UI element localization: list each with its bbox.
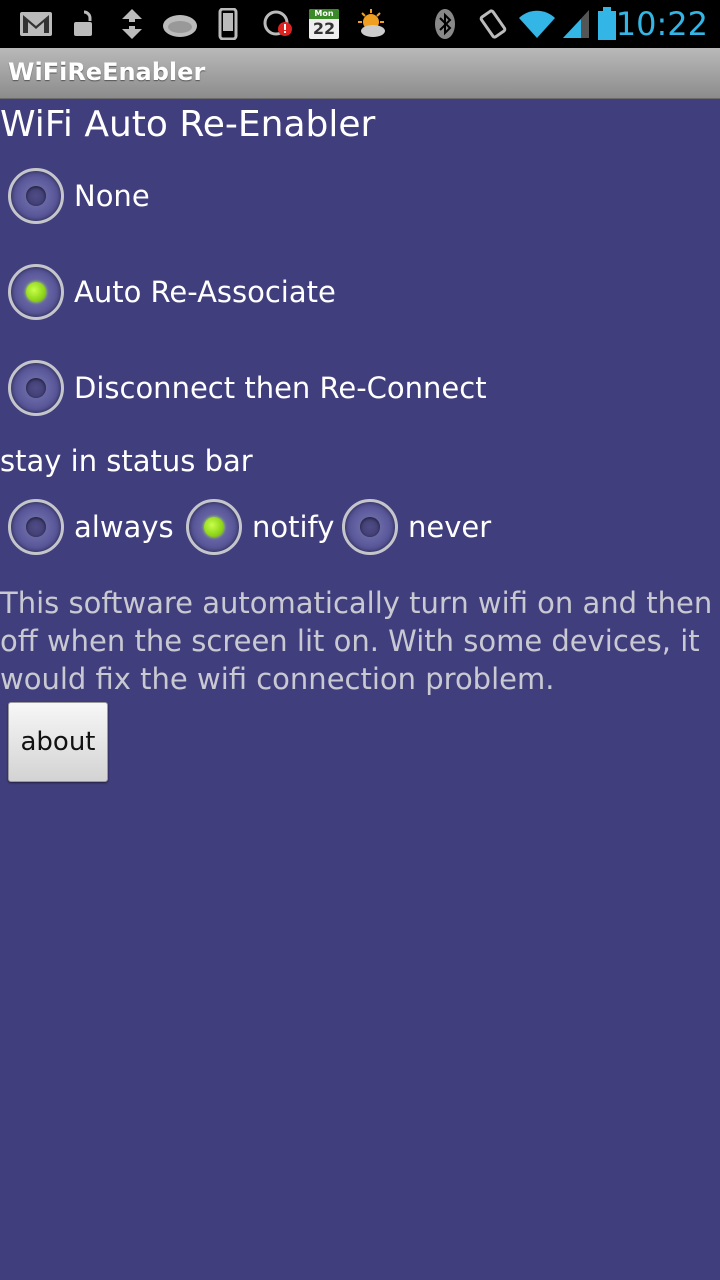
radio-button[interactable]	[8, 168, 64, 224]
clock: 10:22	[615, 5, 708, 43]
radio-indicator	[26, 186, 46, 206]
radio-option-never[interactable]: never	[342, 499, 491, 555]
radio-indicator-checked	[26, 282, 46, 302]
status-bar: Mon 22 10:22	[0, 0, 720, 48]
hedgehog-app-icon	[160, 8, 200, 40]
app-title-bar: WiFiReEnabler	[0, 48, 720, 99]
radio-indicator-checked	[204, 517, 224, 537]
weather-icon	[354, 8, 388, 40]
description-text: This software automatically turn wifi on…	[0, 586, 713, 696]
radio-button[interactable]	[186, 499, 242, 555]
radio-label: Disconnect then Re-Connect	[74, 371, 487, 405]
gmail-icon	[18, 8, 54, 40]
calendar-date: 22	[312, 19, 336, 38]
usb-debug-icon	[114, 8, 150, 40]
wifi-icon	[516, 8, 558, 40]
calendar-day: Mon	[309, 9, 339, 19]
radio-label: notify	[252, 510, 335, 544]
signal-icon	[560, 8, 592, 40]
radio-option-none[interactable]: None	[8, 168, 150, 224]
radio-option-auto-reassociate[interactable]: Auto Re-Associate	[8, 264, 336, 320]
alert-icon	[262, 8, 294, 40]
radio-option-disconnect-reconnect[interactable]: Disconnect then Re-Connect	[8, 360, 487, 416]
radio-indicator	[26, 378, 46, 398]
status-bar-setting-label: stay in status bar	[0, 444, 253, 478]
app-title: WiFiReEnabler	[8, 58, 206, 86]
radio-indicator	[360, 517, 380, 537]
unlock-icon	[68, 8, 100, 40]
radio-label: never	[408, 510, 492, 544]
radio-button[interactable]	[8, 360, 64, 416]
bluetooth-icon	[432, 8, 458, 40]
radio-option-always[interactable]: always	[8, 499, 174, 555]
radio-label: Auto Re-Associate	[74, 275, 336, 309]
rotate-icon	[476, 8, 510, 40]
radio-label: None	[74, 179, 150, 213]
battery-icon	[596, 7, 618, 40]
calendar-icon: Mon 22	[308, 8, 340, 40]
radio-option-notify[interactable]: notify	[186, 499, 334, 555]
radio-label: always	[74, 510, 174, 544]
radio-button[interactable]	[8, 264, 64, 320]
radio-button[interactable]	[342, 499, 398, 555]
phone-icon	[216, 8, 240, 40]
radio-button[interactable]	[8, 499, 64, 555]
radio-indicator	[26, 517, 46, 537]
page-title: WiFi Auto Re-Enabler	[0, 104, 376, 145]
about-button[interactable]: about	[8, 702, 108, 782]
